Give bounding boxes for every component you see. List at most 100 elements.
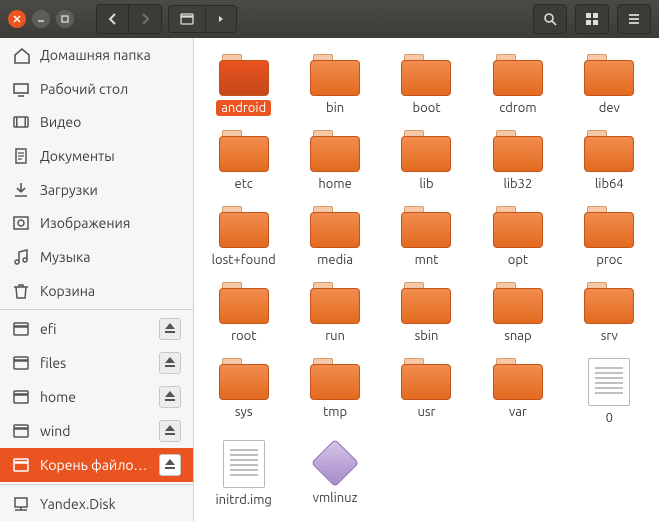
sidebar-item-Корзина[interactable]: Корзина <box>0 274 193 308</box>
sidebar-item-Корень файло…[interactable]: Корень файло… <box>0 448 193 482</box>
folder-item-home[interactable]: home <box>291 126 378 198</box>
pathbar[interactable] <box>168 5 237 33</box>
hamburger-menu-button[interactable] <box>618 5 650 33</box>
sidebar-item-label: home <box>40 389 149 405</box>
item-label: tmp <box>318 404 352 420</box>
sidebar-item-label: Домашняя папка <box>40 47 181 63</box>
folder-icon <box>219 206 269 248</box>
folder-icon <box>584 54 634 96</box>
sidebar-item-label: files <box>40 355 149 371</box>
folder-item-var[interactable]: var <box>474 354 561 432</box>
sidebar-item-home[interactable]: home <box>0 380 193 414</box>
file-item-initrd.img[interactable]: initrd.img <box>200 436 287 514</box>
folder-item-tmp[interactable]: tmp <box>291 354 378 432</box>
folder-item-mnt[interactable]: mnt <box>383 202 470 274</box>
sidebar-item-Видео[interactable]: Видео <box>0 105 193 139</box>
folder-item-lost+found[interactable]: lost+found <box>200 202 287 274</box>
folder-item-opt[interactable]: opt <box>474 202 561 274</box>
downloads-icon <box>12 181 30 199</box>
item-label: media <box>312 252 358 268</box>
folder-item-proc[interactable]: proc <box>566 202 653 274</box>
folder-icon <box>401 130 451 172</box>
icon-view[interactable]: android bin boot cdrom dev etchomelib lib32 lib… <box>194 38 659 521</box>
view-toggle-button[interactable] <box>576 5 608 33</box>
folder-item-run[interactable]: run <box>291 278 378 350</box>
item-label: dev <box>594 100 625 116</box>
eject-button[interactable] <box>159 318 181 340</box>
folder-item-lib[interactable]: lib <box>383 126 470 198</box>
sidebar-item-Домашняя папка[interactable]: Домашняя папка <box>0 38 193 72</box>
folder-icon <box>310 358 360 400</box>
sidebar-item-Yandex.Disk[interactable]: Yandex.Disk <box>0 487 193 521</box>
network-icon <box>12 495 30 513</box>
file-icon <box>588 358 630 406</box>
folder-icon <box>310 54 360 96</box>
sidebar-item-label: Музыка <box>40 249 181 265</box>
folder-item-sys[interactable]: sys <box>200 354 287 432</box>
folder-item-media[interactable]: media <box>291 202 378 274</box>
sidebar-item-Загрузки[interactable]: Загрузки <box>0 173 193 207</box>
sidebar-item-label: wind <box>40 423 149 439</box>
folder-icon <box>219 358 269 400</box>
titlebar <box>0 0 659 38</box>
folder-item-bin[interactable]: bin <box>291 50 378 122</box>
window-close-button[interactable] <box>8 10 26 28</box>
sidebar-item-Изображения[interactable]: Изображения <box>0 206 193 240</box>
folder-item-dev[interactable]: dev <box>566 50 653 122</box>
folder-icon <box>401 54 451 96</box>
folder-icon <box>401 282 451 324</box>
folder-item-cdrom[interactable]: cdrom <box>474 50 561 122</box>
forward-button[interactable] <box>129 5 161 33</box>
sidebar-item-Рабочий стол[interactable]: Рабочий стол <box>0 72 193 106</box>
sidebar-item-efi[interactable]: efi <box>0 312 193 346</box>
folder-item-etc[interactable]: etc <box>200 126 287 198</box>
disk-icon <box>12 320 30 338</box>
sidebar-item-wind[interactable]: wind <box>0 414 193 448</box>
folder-item-srv[interactable]: srv <box>566 278 653 350</box>
eject-button[interactable] <box>159 386 181 408</box>
eject-button[interactable] <box>159 352 181 374</box>
folder-item-usr[interactable]: usr <box>383 354 470 432</box>
sidebar-item-Музыка[interactable]: Музыка <box>0 240 193 274</box>
disk-icon <box>12 456 30 474</box>
folder-item-lib64[interactable]: lib64 <box>566 126 653 198</box>
item-label: sbin <box>410 328 444 344</box>
eject-button[interactable] <box>159 454 181 476</box>
folder-item-android[interactable]: android <box>200 50 287 122</box>
sidebar-item-label: Корень файло… <box>40 457 149 473</box>
exec-item-vmlinuz[interactable]: vmlinuz <box>291 436 378 514</box>
folder-icon <box>219 282 269 324</box>
sidebar-item-Документы[interactable]: Документы <box>0 139 193 173</box>
folder-item-root[interactable]: root <box>200 278 287 350</box>
item-label: mnt <box>410 252 444 268</box>
path-segment-expand[interactable] <box>206 6 236 32</box>
window-maximize-button[interactable] <box>56 10 74 28</box>
folder-item-sbin[interactable]: sbin <box>383 278 470 350</box>
sidebar-item-label: Документы <box>40 148 181 164</box>
sidebar: Домашняя папка Рабочий столВидео Документы… <box>0 38 194 521</box>
disk-icon <box>12 354 30 372</box>
item-label: bin <box>321 100 349 116</box>
item-label: cdrom <box>494 100 541 116</box>
file-item-0[interactable]: 0 <box>566 354 653 432</box>
path-segment-root[interactable] <box>169 6 206 32</box>
disk-icon <box>12 388 30 406</box>
item-label: root <box>226 328 261 344</box>
folder-item-boot[interactable]: boot <box>383 50 470 122</box>
eject-button[interactable] <box>159 420 181 442</box>
folder-item-snap[interactable]: snap <box>474 278 561 350</box>
item-label: initrd.img <box>210 492 276 508</box>
folder-icon <box>401 358 451 400</box>
folder-item-lib32[interactable]: lib32 <box>474 126 561 198</box>
trash-icon <box>12 282 30 300</box>
item-label: lib32 <box>498 176 537 192</box>
sidebar-item-files[interactable]: files <box>0 346 193 380</box>
back-button[interactable] <box>97 5 129 33</box>
search-button[interactable] <box>534 5 566 33</box>
folder-icon <box>310 130 360 172</box>
item-label: run <box>320 328 350 344</box>
window-minimize-button[interactable] <box>32 10 50 28</box>
item-label: 0 <box>601 410 618 426</box>
desktop-icon <box>12 80 30 98</box>
folder-icon <box>584 282 634 324</box>
